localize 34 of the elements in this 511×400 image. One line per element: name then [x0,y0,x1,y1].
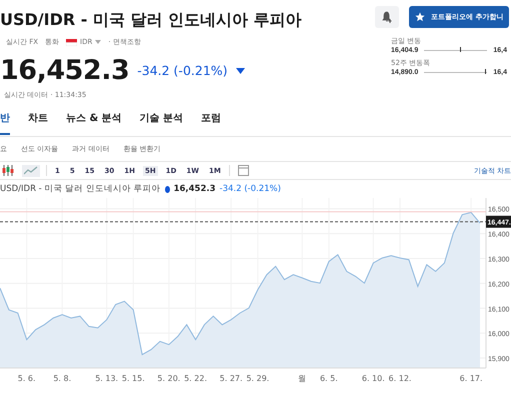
section-tab[interactable]: 포럼 [201,103,222,135]
layout-button[interactable] [236,164,251,176]
area-chart-button[interactable] [22,164,40,176]
bell-icon [381,11,393,23]
x-axis-label: 6. 12. [388,374,412,383]
x-axis-label: 5. 15. [122,374,145,383]
section-tab[interactable]: 뉴스 & 분석 [66,103,122,135]
candlestick-chart-button[interactable] [0,164,16,176]
x-axis-label: 5. 20. [157,374,180,383]
section-tab[interactable]: 기술 분석 [140,103,184,135]
last-price: 16,452.3 [0,55,130,86]
x-axis-label: 5. 13. [95,374,118,383]
x-axis-label: 5. 22. [184,374,207,383]
x-axis-label: 5. 29. [246,374,270,383]
x-axis-label: 6. 5. [320,374,338,383]
dot-icon [164,186,170,192]
star-icon [415,12,425,22]
chart-change: -34.2 (-0.21%) [220,184,281,194]
alert-button[interactable] [375,6,399,28]
pair-title: USD/IDR - 미국 달러 인도네시아 루피아 [0,10,302,31]
x-axis-label: 6. 10. [362,374,385,383]
x-axis-label: 월 [298,374,306,383]
section-tab[interactable]: 반 [0,103,10,135]
chart-price: 16,452.3 [174,184,216,194]
down-triangle-icon [236,68,245,74]
flag-icon [66,38,78,46]
x-axis-label: 5. 8. [53,374,72,383]
section-tab[interactable]: 차트 [28,103,48,135]
x-axis-label: 5. 27. [220,374,243,383]
caret-icon[interactable] [95,40,102,44]
x-axis-label: 6. 17. [460,374,483,383]
chart-title: USD/IDR - 미국 달러 인도네시아 루피아 [0,183,161,195]
x-axis-label: 5. 6. [18,374,36,383]
price-change: -34.2 (-0.21%) [137,63,228,78]
